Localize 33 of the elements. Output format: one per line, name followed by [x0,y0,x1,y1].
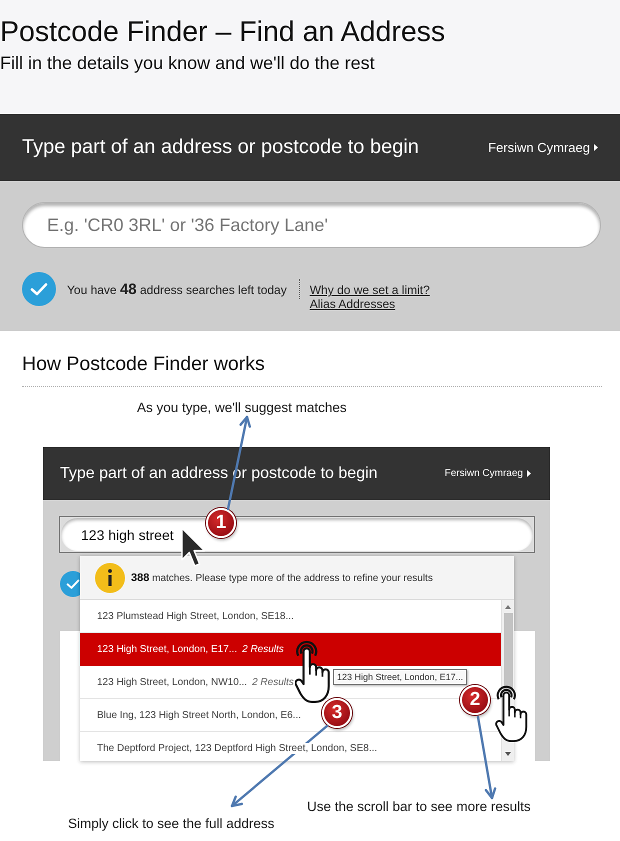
limit-notice: You have 48 address searches left today [67,280,287,298]
result-count: 2 Results [252,676,294,688]
address-text: 123 Plumstead High Street, London, SE18... [97,610,294,622]
address-text: Blue Ing, 123 High Street North, London, E6... [97,710,302,720]
page-subtitle: Fill in the details you know and we'll do the rest [0,52,376,74]
match-notice: 388 matches. Please type more of the address to refine your results [131,572,433,584]
tooltip: 123 High Street, London, E17... [333,669,468,685]
address-text: The Deptford Project, 123 Deptford High Street, London, SE8... [97,742,378,754]
address-text: 123 High Street, London, E17... [97,644,238,654]
search-prompt: Type part of an address or postcode to begin [22,136,419,159]
search-field[interactable]: E.g. 'CR0 3RL' or '36 Factory Lane' [22,202,601,248]
scroll-up-icon[interactable] [505,605,511,609]
alias-addresses-link[interactable]: Alias Addresses [310,297,396,311]
language-link[interactable]: Fersiwn Cymraeg [488,140,598,155]
hand-pointer-icon [295,640,331,704]
result-count: 2 Results [242,644,284,654]
section-heading: How Postcode Finder works [22,331,602,387]
annotation-text: Use the scroll bar to see more results [307,799,531,815]
language-link[interactable]: Fersiwn Cymraeg [444,468,531,479]
annotation-text: As you type, we'll suggest matches [137,400,347,416]
info-icon [95,562,125,592]
address-text: 123 High Street, London, NW10... [97,676,248,688]
suggestion-item[interactable]: The Deptford Project, 123 Deptford High Street, London, SE8... [80,732,501,761]
annotation-text: Simply click to see the full address [68,816,274,832]
page-title: Postcode Finder – Find an Address [0,15,446,50]
limit-info-link[interactable]: Why do we set a limit? [310,283,430,297]
check-icon [22,272,56,306]
caret-icon [527,470,531,477]
suggestion-item[interactable]: 123 Plumstead High Street, London, SE18... [80,600,501,633]
caret-icon [594,144,598,151]
suggestion-item[interactable]: 123 High Street, London, E17... 2 Results [80,633,501,666]
scroll-down-icon[interactable] [505,752,511,756]
scrollbar-thumb[interactable] [504,613,512,691]
